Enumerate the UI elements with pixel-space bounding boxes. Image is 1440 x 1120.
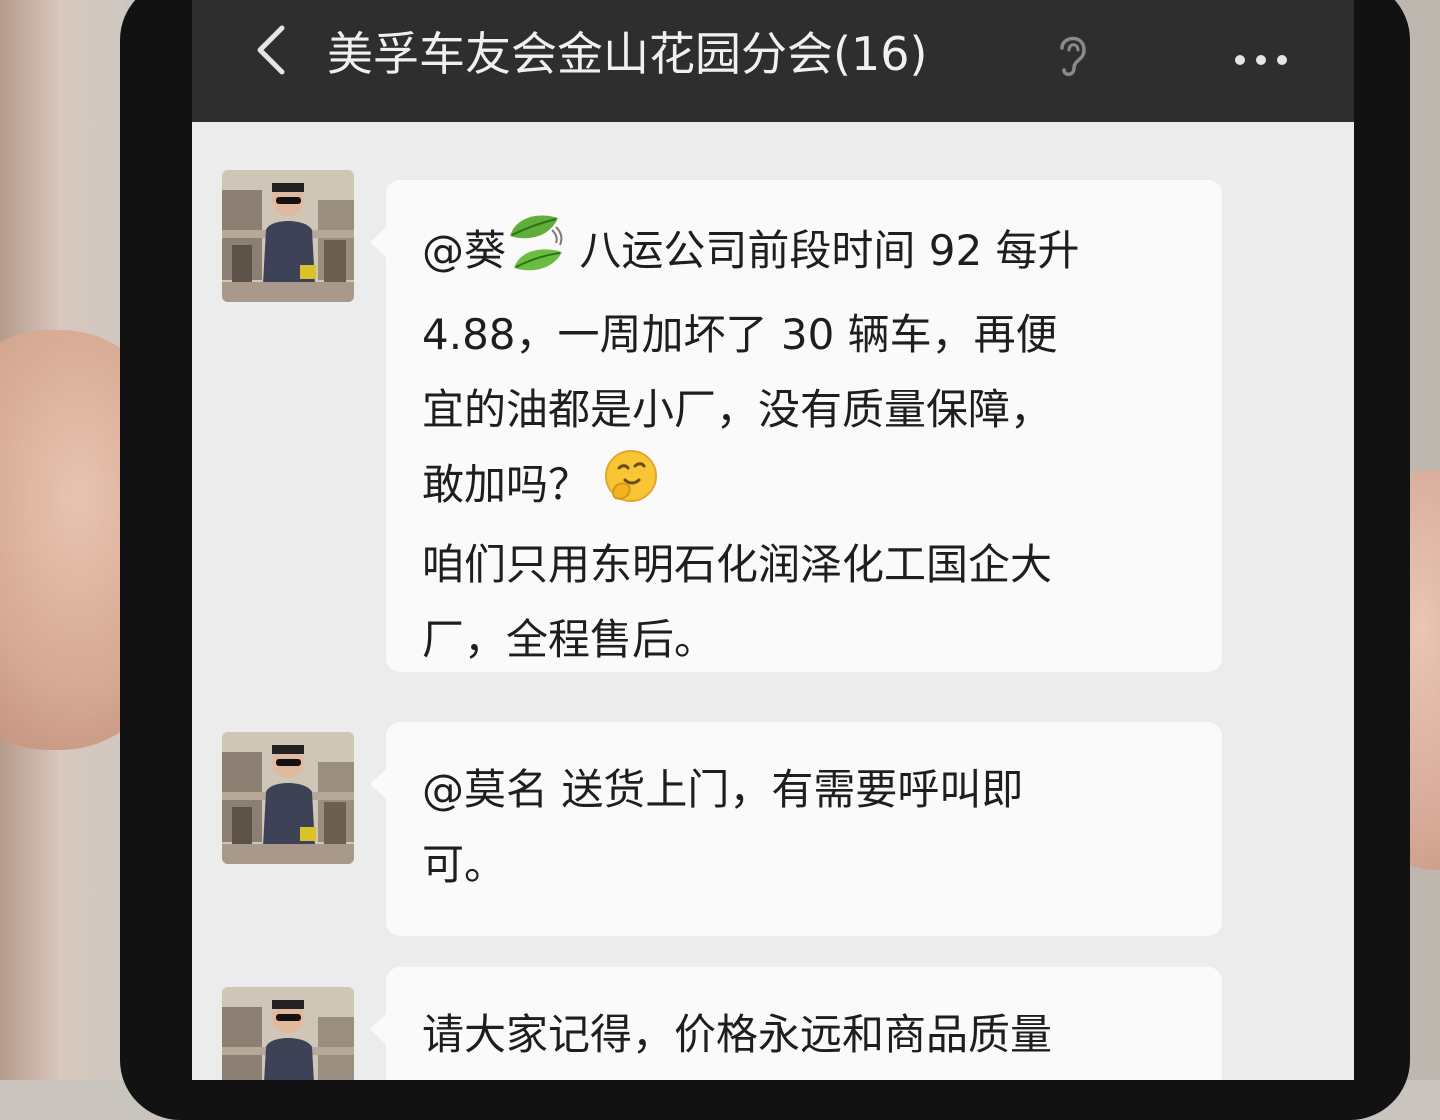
more-dots-icon[interactable] <box>1232 40 1292 80</box>
thinking-face-emoji <box>603 448 659 527</box>
message-line: 宜的油都是小厂，没有质量保障， <box>422 385 1053 434</box>
message-line: @葵 八运公司前段时间 92 每升 <box>422 210 1186 297</box>
message-line: 可。 <box>422 840 507 889</box>
message-line: 厂，全程售后。 <box>422 615 717 664</box>
chat-navbar: 美孚车友会金山花园分会(16) <box>192 0 1354 122</box>
message-bubble[interactable]: @莫名 送货上门，有需要呼叫即 可。 <box>370 722 1222 936</box>
message-bubble[interactable]: @葵 八运公司前段时间 92 每升 4.88，一周加坏了 30 辆车，再便 宜的… <box>370 180 1222 672</box>
message-line: 4.88，一周加坏了 30 辆车，再便 <box>422 310 1058 359</box>
chat-screen: 美孚车友会金山花园分会(16) @葵 八运公司前段时间 92 每升 4.88，一… <box>192 0 1354 1080</box>
chat-title: 美孚车友会金山花园分会(16) <box>327 27 928 81</box>
message-line: 咱们只用东明石化润泽化工国企大 <box>422 540 1053 589</box>
message-list[interactable]: @葵 八运公司前段时间 92 每升 4.88，一周加坏了 30 辆车，再便 宜的… <box>192 122 1354 1080</box>
message-line: 敢加吗？ <box>422 447 1186 527</box>
message-bubble[interactable]: 请大家记得，价格永远和商品质量 <box>370 967 1222 1080</box>
message-line: @莫名 送货上门，有需要呼叫即 <box>422 765 1024 814</box>
leaves-emoji <box>506 210 566 297</box>
user-avatar[interactable] <box>222 987 354 1080</box>
user-avatar[interactable] <box>222 732 354 864</box>
user-avatar[interactable] <box>222 170 354 302</box>
chevron-left-icon[interactable] <box>244 22 300 78</box>
message-line: 请大家记得，价格永远和商品质量 <box>422 1010 1053 1059</box>
ear-icon <box>1054 30 1090 78</box>
